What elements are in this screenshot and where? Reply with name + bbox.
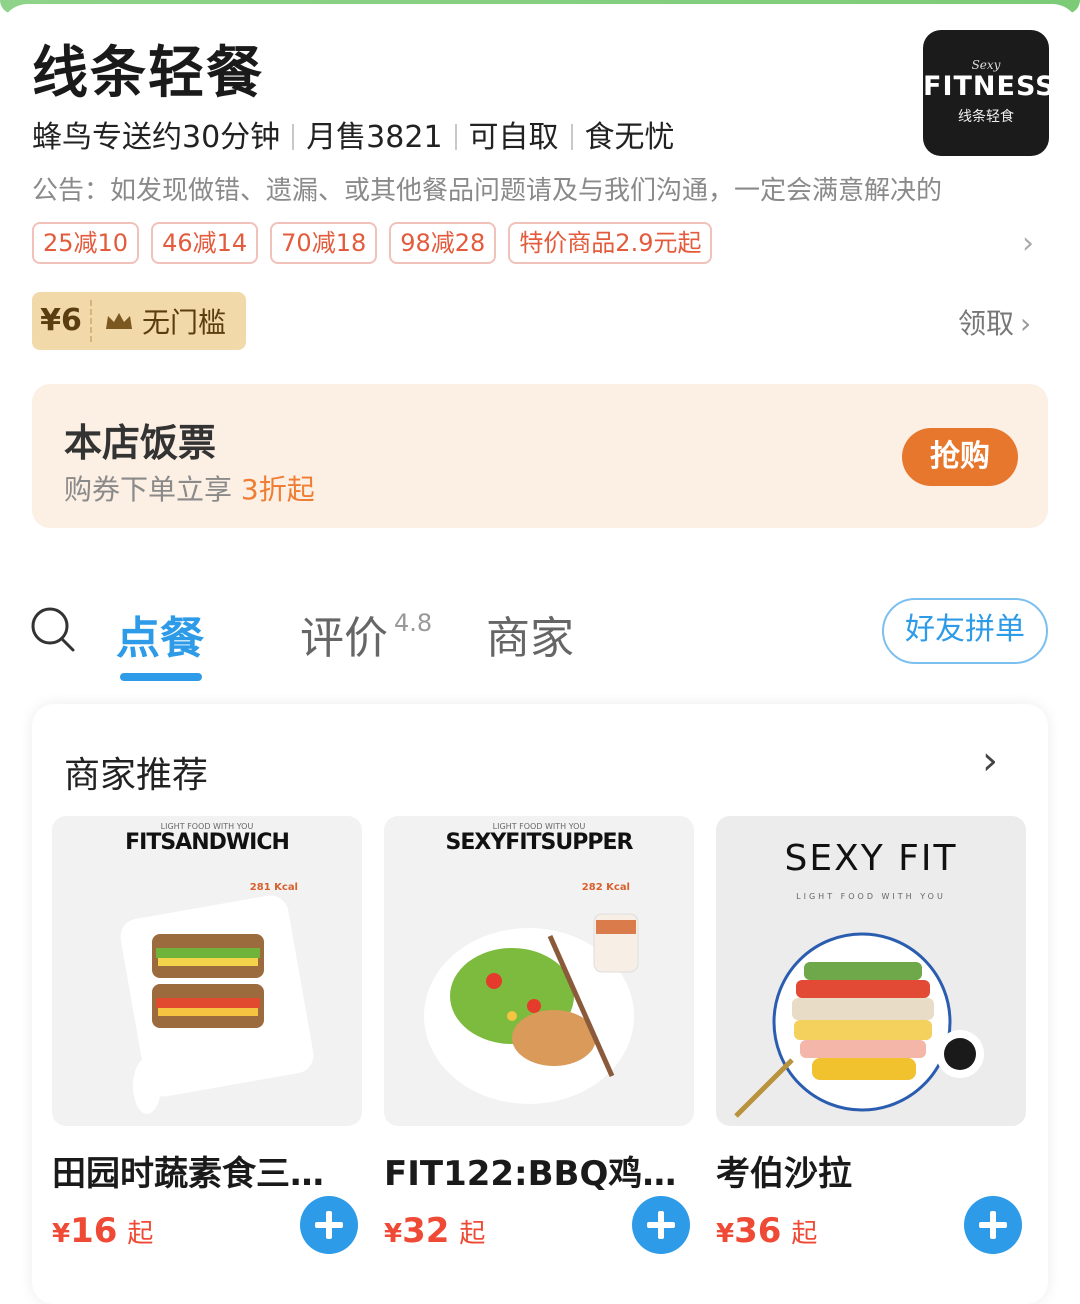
tab-order[interactable]: 点餐 — [116, 602, 204, 666]
divider — [454, 124, 457, 150]
tab-merchant[interactable]: 商家 — [486, 602, 574, 666]
sandwich-illustration — [120, 895, 314, 1114]
currency-symbol: ¥ — [716, 1219, 735, 1249]
recommend-title: 商家推荐 — [64, 755, 209, 796]
add-to-cart-button[interactable] — [632, 1196, 690, 1254]
monthly-sales: 月售3821 — [306, 120, 443, 155]
buy-ticket-button[interactable]: 抢购 — [902, 428, 1018, 486]
shop-notice[interactable]: 公告：如发现做错、遗漏、或其他餐品问题请及与我们沟通，一定会满意解决的 — [32, 170, 1027, 207]
search-icon[interactable] — [30, 606, 76, 652]
divider — [570, 124, 573, 150]
price-from: 起 — [127, 1219, 154, 1249]
coupon-amount: ¥6 — [32, 300, 92, 342]
crown-icon — [106, 313, 132, 329]
promo-tag: 46减14 — [151, 222, 259, 264]
currency-symbol: ¥ — [384, 1219, 403, 1249]
meal-ticket-subtitle: 购券下单立享 3折起 — [64, 468, 315, 508]
cobb-salad-illustration — [734, 932, 984, 1118]
product-image[interactable]: LIGHT FOOD WITH YOU SEXYFITSUPPER 282 Kc… — [384, 816, 694, 1126]
group-order-button[interactable]: 好友拼单 — [882, 598, 1048, 664]
product-card[interactable]: SEXY FIT LIGHT FOOD WITH YOU 考伯沙拉 ¥36 起 — [716, 816, 1026, 1254]
price-from: 起 — [791, 1219, 818, 1249]
delivery-info: 蜂鸟专送约30分钟 — [32, 120, 281, 155]
shop-name: 线条轻餐 — [32, 41, 264, 106]
logo-script: Sexy — [971, 58, 1001, 72]
product-name: 考伯沙拉 — [716, 1154, 852, 1194]
shop-meta: 蜂鸟专送约30分钟 月售3821 可自取 食无忧 — [32, 112, 675, 156]
self-pickup: 可自取 — [468, 120, 559, 155]
chevron-right-icon: › — [1020, 307, 1032, 340]
promo-expand-chevron-icon[interactable]: › — [1022, 226, 1034, 261]
claim-coupon-link[interactable]: 领取 › — [958, 302, 1031, 342]
salad-plate-illustration — [424, 913, 639, 1104]
product-name: FIT122:BBQ鸡胸沙拉 — [384, 1154, 684, 1194]
product-image[interactable]: LIGHT FOOD WITH YOU FITSANDWICH 281 Kcal — [52, 816, 362, 1126]
recommend-section: 商家推荐 › LIGHT FOOD WITH YOU FITSANDWICH 2… — [32, 704, 1048, 1304]
review-score: 4.8 — [394, 609, 433, 637]
promo-tag: 70减18 — [270, 222, 378, 264]
promo-tag: 特价商品2.9元起 — [508, 222, 713, 264]
divider — [292, 124, 295, 150]
meal-ticket-subtitle-text: 购券下单立享 — [64, 473, 233, 506]
add-to-cart-button[interactable] — [964, 1196, 1022, 1254]
add-to-cart-button[interactable] — [300, 1196, 358, 1254]
price-value: 16 — [70, 1211, 118, 1251]
product-card[interactable]: LIGHT FOOD WITH YOU SEXYFITSUPPER 282 Kc… — [384, 816, 694, 1254]
tab-reviews[interactable]: 评价 4.8 — [300, 602, 432, 666]
product-card[interactable]: LIGHT FOOD WITH YOU FITSANDWICH 281 Kcal… — [52, 816, 362, 1254]
promo-tag: 25减10 — [32, 222, 140, 264]
logo-sub: 线条轻食 — [958, 109, 1014, 125]
product-image[interactable]: SEXY FIT LIGHT FOOD WITH YOU — [716, 816, 1026, 1126]
tab-reviews-label: 评价 — [300, 613, 388, 664]
promo-tags[interactable]: 25减10 46减14 70减18 98减28 特价商品2.9元起 — [32, 222, 713, 264]
active-tab-indicator — [120, 673, 202, 681]
meal-ticket-title: 本店饭票 — [64, 421, 217, 465]
meal-ticket-banner[interactable]: 本店饭票 购券下单立享 3折起 抢购 — [32, 384, 1048, 528]
product-name: 田园时蔬素食三明治 — [52, 1154, 352, 1194]
price-from: 起 — [459, 1219, 486, 1249]
chevron-right-icon[interactable]: › — [982, 738, 998, 784]
claim-label: 领取 — [958, 307, 1015, 340]
logo-main: FITNESS — [923, 71, 1056, 102]
coupon-card[interactable]: ¥6 无门槛 — [32, 292, 246, 350]
currency-symbol: ¥ — [52, 1219, 71, 1249]
coupon-label: 无门槛 — [142, 306, 227, 339]
promo-tag: 98减28 — [389, 222, 497, 264]
price-value: 32 — [402, 1211, 450, 1251]
shop-logo[interactable]: Sexy FITNESS 线条轻食 — [923, 30, 1056, 156]
meal-ticket-discount: 3折起 — [240, 473, 315, 506]
food-safety: 食无忧 — [584, 120, 675, 155]
price-value: 36 — [734, 1211, 782, 1251]
